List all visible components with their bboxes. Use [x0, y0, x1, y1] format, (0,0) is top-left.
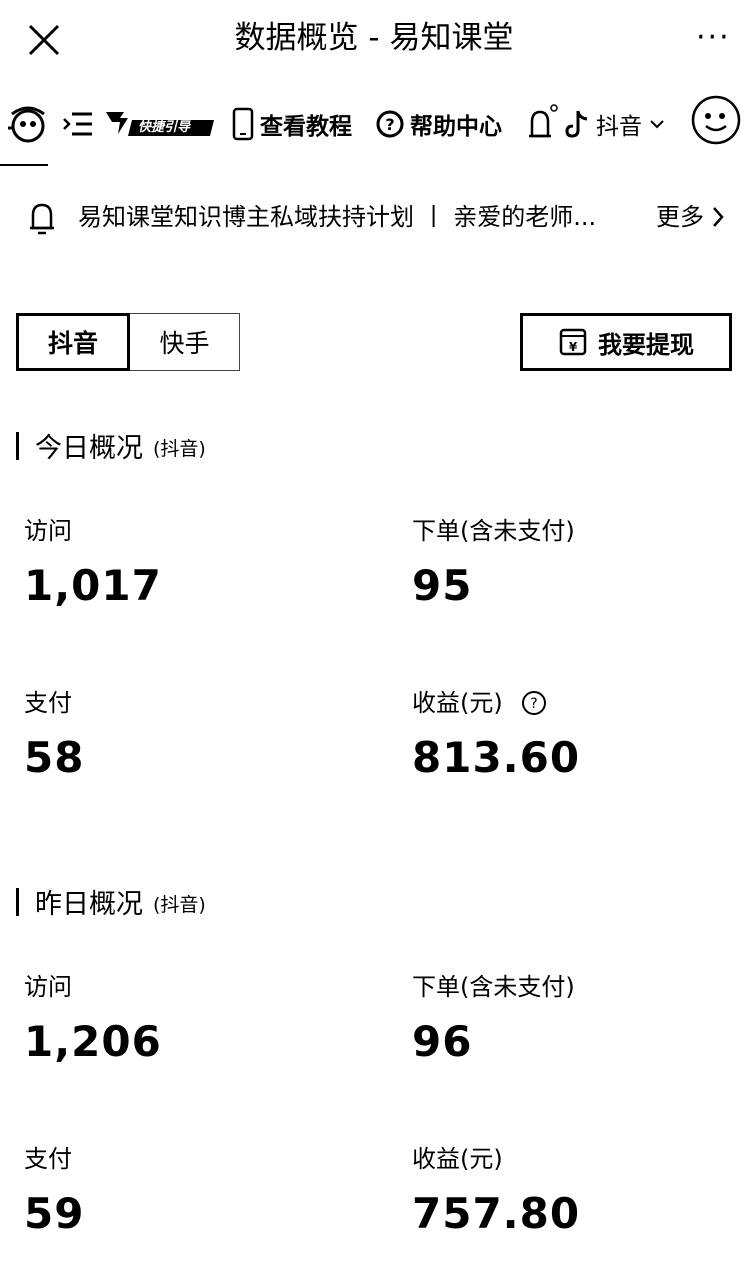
metric-value-orders: 95: [412, 561, 473, 610]
indent-menu-icon: [63, 112, 92, 136]
section-title: 昨日概况: [35, 889, 143, 920]
metric-label-orders: 下单(含未支付): [412, 973, 575, 1001]
metric-label-orders: 下单(含未支付): [412, 517, 575, 545]
menu-toggle[interactable]: [62, 102, 94, 146]
tiktok-icon: [565, 110, 588, 138]
metric-value-visits: 1,017: [24, 561, 162, 610]
help-center-label: 帮助中心: [410, 114, 502, 140]
page-title: 数据概览 - 易知课堂: [234, 20, 514, 56]
quick-guide-badge[interactable]: 快捷引导: [102, 102, 216, 146]
yesterday-section-header: 昨日概况 (抖音): [16, 882, 206, 921]
toolbar-active-indicator: [0, 164, 48, 166]
notification-button[interactable]: [526, 102, 558, 146]
section-accent-bar: [16, 431, 19, 460]
help-center-button[interactable]: ? 帮助中心: [376, 102, 502, 146]
platform-switcher[interactable]: 抖音: [564, 102, 666, 146]
phone-icon: [232, 107, 254, 141]
notice-more-link[interactable]: 更多: [656, 194, 726, 240]
metric-label-visits: 访问: [24, 517, 72, 545]
section-title: 今日概况: [35, 433, 143, 464]
app-logo-icon: [8, 106, 45, 143]
more-menu-button[interactable]: ···: [696, 23, 731, 53]
section-accent-bar: [16, 887, 19, 916]
metric-value-paid: 59: [24, 1189, 85, 1238]
bell-icon: [529, 104, 558, 138]
withdraw-button[interactable]: ¥ 我要提现: [520, 313, 732, 371]
metric-label-revenue: 收益(元): [412, 1145, 503, 1173]
withdraw-label: 我要提现: [598, 330, 694, 359]
avatar[interactable]: [690, 95, 742, 145]
avatar-icon: [691, 95, 741, 145]
bell-icon: [30, 203, 54, 235]
svg-text:¥: ¥: [569, 340, 578, 354]
metric-label-paid: 支付: [24, 689, 72, 717]
metric-value-visits: 1,206: [24, 1017, 162, 1066]
view-tutorial-button[interactable]: 查看教程: [232, 102, 352, 146]
metric-value-revenue: 813.60: [412, 733, 581, 782]
notice-more-label: 更多: [656, 203, 704, 231]
tab-kuaishou[interactable]: 快手: [130, 313, 240, 371]
metric-label-revenue: 收益(元) ?: [412, 688, 547, 718]
revenue-label-text: 收益(元): [412, 689, 503, 717]
chevron-down-icon: [650, 120, 664, 129]
metric-label-paid: 支付: [24, 1145, 72, 1173]
metric-value-paid: 58: [24, 733, 85, 782]
view-tutorial-label: 查看教程: [260, 114, 352, 140]
svg-text:?: ?: [385, 115, 394, 134]
tab-douyin[interactable]: 抖音: [16, 313, 130, 371]
metric-value-revenue: 757.80: [412, 1189, 581, 1238]
help-circle-icon: ?: [376, 110, 404, 138]
notice-bar[interactable]: 易知课堂知识博主私域扶持计划 丨 亲爱的老师... 更多: [0, 194, 748, 240]
chevron-right-icon: [713, 207, 724, 227]
metric-value-orders: 96: [412, 1017, 473, 1066]
today-section-header: 今日概况 (抖音): [16, 426, 206, 465]
wallet-icon: ¥: [559, 328, 587, 356]
section-platform: (抖音): [153, 894, 206, 916]
platform-label: 抖音: [596, 114, 642, 140]
notice-text: 易知课堂知识博主私域扶持计划 丨 亲爱的老师...: [78, 203, 597, 231]
svg-text:?: ?: [530, 696, 537, 712]
metric-label-visits: 访问: [24, 973, 72, 1001]
question-icon[interactable]: ?: [521, 690, 547, 716]
section-platform: (抖音): [153, 438, 206, 460]
quick-guide-label: 快捷引导: [138, 120, 191, 135]
logo: [6, 102, 50, 146]
